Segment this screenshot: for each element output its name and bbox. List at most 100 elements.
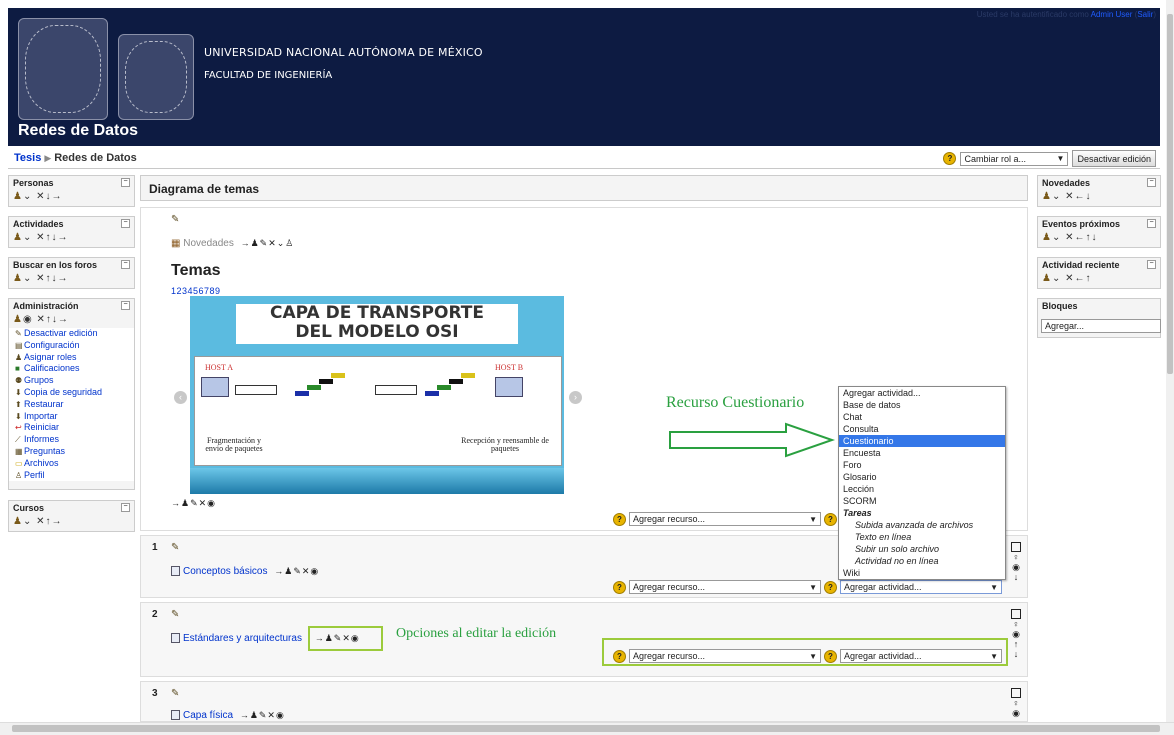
block-controls[interactable]: ♟⌄ ✕↑↓→ xyxy=(9,231,134,244)
add-activity-select[interactable]: Agregar actividad... ▼ xyxy=(840,580,1002,594)
resource-link[interactable]: Estándares y arquitecturas xyxy=(183,633,302,644)
backup-icon: ⬇ xyxy=(15,387,22,397)
collapse-icon[interactable]: − xyxy=(121,260,130,269)
help-icon[interactable]: ? xyxy=(943,152,957,165)
collapse-icon[interactable]: − xyxy=(121,503,130,512)
logout-link[interactable]: Salir xyxy=(1137,10,1153,19)
admin-item-calificaciones[interactable]: Calificaciones xyxy=(24,363,80,373)
admin-item-configuracion[interactable]: Configuración xyxy=(24,340,80,350)
help-icon[interactable]: ? xyxy=(824,512,837,526)
section-side-icons[interactable]: ♀ ◉ xyxy=(1011,688,1021,718)
add-resource-select[interactable]: Agregar recurso... ▼ xyxy=(629,512,821,526)
collapse-icon[interactable]: − xyxy=(1147,178,1156,187)
breadcrumb-separator-icon: ▶ xyxy=(44,153,52,163)
dropdown-option-selected[interactable]: Cuestionario xyxy=(839,435,1005,447)
block-controls[interactable]: ♟⌄ ✕←↓ xyxy=(1038,190,1160,203)
collapse-icon[interactable]: − xyxy=(121,219,130,228)
block-controls[interactable]: ♟⌄ ✕↑→ xyxy=(9,515,134,528)
next-icon[interactable]: › xyxy=(569,391,582,404)
dropdown-option[interactable]: Actividad no en línea xyxy=(839,555,1005,567)
dropdown-option[interactable]: Glosario xyxy=(839,471,1005,483)
breadcrumb-current: Redes de Datos xyxy=(54,152,137,164)
dropdown-option[interactable]: Chat xyxy=(839,411,1005,423)
dropdown-option[interactable]: Encuesta xyxy=(839,447,1005,459)
admin-item-copia[interactable]: Copia de seguridad xyxy=(24,387,102,397)
pencil-icon[interactable]: ✎ xyxy=(171,542,179,553)
dropdown-option[interactable]: Base de datos xyxy=(839,399,1005,411)
dropdown-option[interactable]: Lección xyxy=(839,483,1005,495)
block-novedades: Novedades − ♟⌄ ✕←↓ xyxy=(1037,175,1161,207)
admin-item-grupos[interactable]: Grupos xyxy=(24,375,54,385)
admin-item-informes[interactable]: Informes xyxy=(24,434,59,444)
admin-item-restaurar[interactable]: Restaurar xyxy=(24,399,64,409)
section-side-icons[interactable]: ♀ ◉ ↓ xyxy=(1011,542,1021,582)
pencil-icon[interactable]: ✎ xyxy=(171,214,179,225)
section-side-icons[interactable]: ♀ ◉ ↑ ↓ xyxy=(1011,609,1021,659)
packet-icon xyxy=(319,379,333,384)
collapse-icon[interactable]: − xyxy=(121,301,130,310)
resource-link[interactable]: Capa física xyxy=(183,710,233,721)
edit-icons[interactable]: →♟✎✕◉ xyxy=(274,566,319,576)
pencil-icon[interactable]: ✎ xyxy=(171,688,179,699)
add-block-select[interactable]: Agregar... xyxy=(1041,319,1161,333)
help-icon[interactable]: ? xyxy=(824,580,837,594)
resource-link[interactable]: Conceptos básicos xyxy=(183,566,268,577)
help-icon[interactable]: ? xyxy=(613,580,626,594)
admin-item-reiniciar[interactable]: Reiniciar xyxy=(24,422,59,432)
block-controls[interactable]: ♟⌄ ✕↑↓→ xyxy=(9,272,134,285)
roles-icon: ♟ xyxy=(13,232,23,243)
annotation-cuestionario: Recurso Cuestionario xyxy=(666,394,805,411)
breadcrumb: Tesis ▶ Redes de Datos xyxy=(14,152,137,164)
admin-item-archivos[interactable]: Archivos xyxy=(24,458,59,468)
temas-title: Temas xyxy=(171,262,221,279)
lightbulb-icon: ♀ xyxy=(1012,619,1020,629)
edit-icons[interactable]: →♟✎✕⌄♙ xyxy=(241,238,295,248)
packet-icon xyxy=(331,373,345,378)
collapse-icon[interactable]: − xyxy=(1147,219,1156,228)
chevron-down-icon: ▼ xyxy=(809,514,817,524)
add-resource-select[interactable]: Agregar recurso... ▼ xyxy=(629,580,821,594)
dropdown-option[interactable]: Agregar actividad... xyxy=(839,387,1005,399)
block-controls[interactable]: ♟⌄ ✕↓→ xyxy=(9,190,134,203)
vertical-scrollbar[interactable] xyxy=(1166,0,1174,722)
block-controls[interactable]: ♟◉ ✕↑↓→ xyxy=(9,313,134,326)
main-header: Diagrama de temas xyxy=(140,175,1028,201)
dropdown-option[interactable]: Subida avanzada de archivos xyxy=(839,519,1005,531)
section-edit-icons[interactable]: →♟✎✕◉ xyxy=(171,498,216,509)
dropdown-option[interactable]: Texto en línea xyxy=(839,531,1005,543)
block-controls[interactable]: ♟⌄ ✕←↑↓ xyxy=(1038,231,1160,244)
help-icon[interactable]: ? xyxy=(613,512,626,526)
roles-icon: ♟ xyxy=(1042,232,1052,243)
block-cursos: Cursos − ♟⌄ ✕↑→ xyxy=(8,500,135,532)
collapse-icon[interactable]: − xyxy=(1147,260,1156,269)
news-link[interactable]: Novedades xyxy=(183,238,234,249)
chevron-down-icon: ▼ xyxy=(990,582,998,592)
collapse-icon[interactable]: − xyxy=(121,178,130,187)
previous-icon[interactable]: ‹ xyxy=(174,391,187,404)
admin-item-perfil[interactable]: Perfil xyxy=(24,470,45,480)
pencil-icon[interactable]: ✎ xyxy=(171,609,179,620)
user-link[interactable]: Admin User xyxy=(1091,10,1133,19)
dropdown-option[interactable]: Wiki xyxy=(839,567,1005,579)
block-controls[interactable]: ♟⌄ ✕←↑ xyxy=(1038,272,1160,285)
block-buscar-foros: Buscar en los foros − ♟⌄ ✕↑↓→ xyxy=(8,257,135,289)
admin-item-desactivar[interactable]: Desactivar edición xyxy=(24,328,98,338)
admin-item-roles[interactable]: Asignar roles xyxy=(24,352,77,362)
edit-icons[interactable]: →♟✎✕◉ xyxy=(240,710,285,720)
dropdown-option[interactable]: Foro xyxy=(839,459,1005,471)
faculty-name: FACULTAD DE INGENIERÍA xyxy=(204,70,333,81)
dropdown-option[interactable]: SCORM xyxy=(839,495,1005,507)
admin-item-preguntas[interactable]: Preguntas xyxy=(24,446,65,456)
switch-role-select[interactable]: Cambiar rol a... ▼ xyxy=(960,151,1069,166)
dropdown-option[interactable]: Subir un solo archivo xyxy=(839,543,1005,555)
site-header: UNIVERSIDAD NACIONAL AUTÓNOMA DE MÉXICO … xyxy=(8,8,1160,146)
admin-item-importar[interactable]: Importar xyxy=(24,411,58,421)
turn-editing-off-button[interactable]: Desactivar edición xyxy=(1072,150,1156,167)
section-number: 1 xyxy=(152,542,158,553)
dropdown-option[interactable]: Consulta xyxy=(839,423,1005,435)
chevron-down-icon: ▼ xyxy=(809,582,817,592)
breadcrumb-root[interactable]: Tesis xyxy=(14,152,41,164)
page-links[interactable]: 1 2 3 4 5 6 7 8 9 xyxy=(171,286,220,296)
packet-icon xyxy=(449,379,463,384)
horizontal-scrollbar[interactable] xyxy=(0,722,1174,735)
